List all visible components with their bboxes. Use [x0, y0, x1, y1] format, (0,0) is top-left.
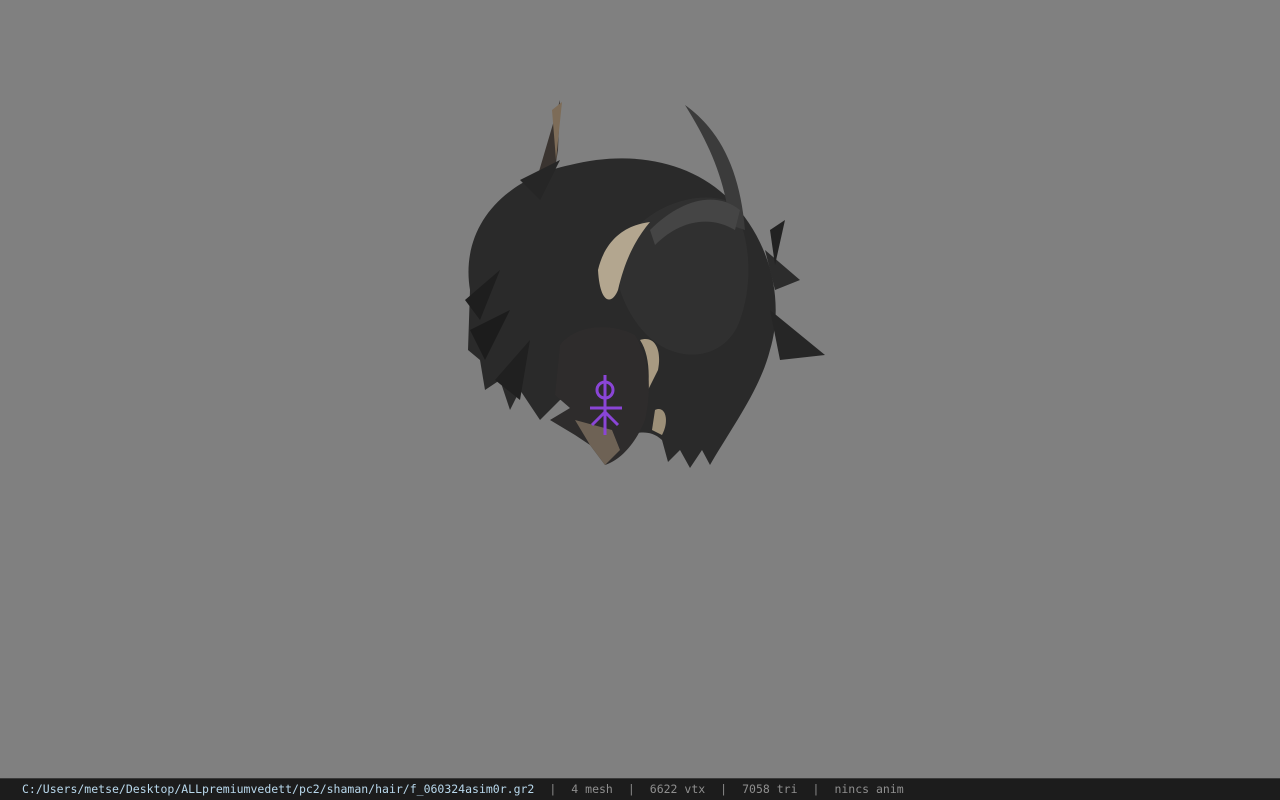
separator: | [627, 782, 635, 796]
vertex-count: 6622 vtx [649, 782, 706, 796]
mesh-count: 4 mesh [571, 782, 613, 796]
separator: | [549, 782, 557, 796]
triangle-count: 7058 tri [742, 782, 798, 796]
status-bar: C:/Users/metse/Desktop/ALLpremiumvedett/… [0, 778, 1280, 800]
file-path: C:/Users/metse/Desktop/ALLpremiumvedett/… [22, 782, 535, 796]
3d-viewport[interactable] [0, 0, 1280, 778]
separator: | [812, 782, 820, 796]
hair-mesh-model-icon[interactable] [440, 90, 850, 490]
separator: | [720, 782, 728, 796]
animation-status: nincs anim [834, 782, 904, 796]
